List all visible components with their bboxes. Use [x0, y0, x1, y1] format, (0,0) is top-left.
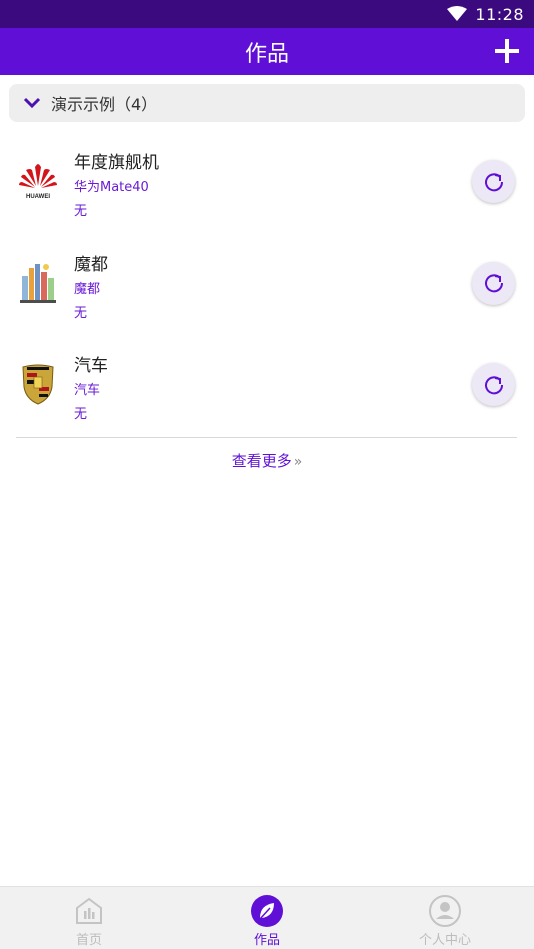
person-icon	[429, 895, 461, 927]
group-label: 演示示例（4）	[51, 95, 158, 114]
refresh-button[interactable]	[472, 363, 515, 406]
works-list: HUAWEI 年度旗舰机 华为Mate40 无 魔都 魔都 无 汽车 汽车 无	[0, 132, 534, 437]
page-title: 作品	[244, 41, 289, 67]
plus-icon	[495, 39, 519, 63]
add-button[interactable]	[492, 36, 522, 66]
nav-home[interactable]: 首页	[0, 887, 178, 949]
item-subtitle: 魔都	[74, 281, 101, 297]
item-note: 无	[74, 407, 88, 422]
leaf-icon	[251, 895, 283, 927]
item-title: 年度旗舰机	[74, 153, 159, 173]
nav-works-label: 作品	[253, 933, 280, 948]
wifi-icon	[447, 6, 468, 21]
nav-profile-label: 个人中心	[418, 933, 471, 948]
item-subtitle: 汽车	[74, 383, 101, 398]
refresh-icon	[484, 375, 503, 394]
list-item[interactable]: 魔都 魔都 无	[0, 234, 534, 336]
nav-home-label: 首页	[75, 933, 102, 948]
refresh-button[interactable]	[472, 160, 515, 203]
item-subtitle: 华为Mate40	[74, 180, 149, 195]
refresh-icon	[484, 274, 503, 293]
nav-works[interactable]: 作品	[178, 887, 356, 949]
chevron-down-icon	[23, 97, 41, 109]
see-more-link[interactable]: 查看更多»	[0, 450, 534, 471]
bottom-nav: 首页 作品 个人中心	[0, 886, 534, 949]
divider	[16, 437, 517, 438]
huawei-logo: HUAWEI	[16, 157, 60, 205]
item-note: 无	[74, 204, 88, 219]
status-bar: 11:28	[0, 0, 534, 28]
item-note: 无	[74, 305, 88, 321]
list-item[interactable]: HUAWEI 年度旗舰机 华为Mate40 无	[0, 132, 534, 234]
nav-profile[interactable]: 个人中心	[356, 887, 534, 949]
item-title: 汽车	[74, 356, 108, 376]
item-title: 魔都	[74, 254, 108, 275]
see-more-label: 查看更多	[231, 452, 292, 470]
group-header-demo[interactable]: 演示示例（4）	[9, 84, 525, 122]
home-chart-icon	[76, 897, 102, 924]
refresh-button[interactable]	[472, 261, 515, 305]
status-time: 11:28	[475, 4, 524, 24]
app-bar: 作品	[0, 28, 534, 75]
huawei-logo-text: HUAWEI	[26, 194, 50, 200]
double-chevron-right-icon: »	[293, 454, 303, 470]
refresh-icon	[484, 172, 503, 191]
city-illustration	[16, 259, 60, 307]
list-item[interactable]: 汽车 汽车 无	[0, 335, 534, 437]
porsche-crest	[16, 360, 60, 408]
